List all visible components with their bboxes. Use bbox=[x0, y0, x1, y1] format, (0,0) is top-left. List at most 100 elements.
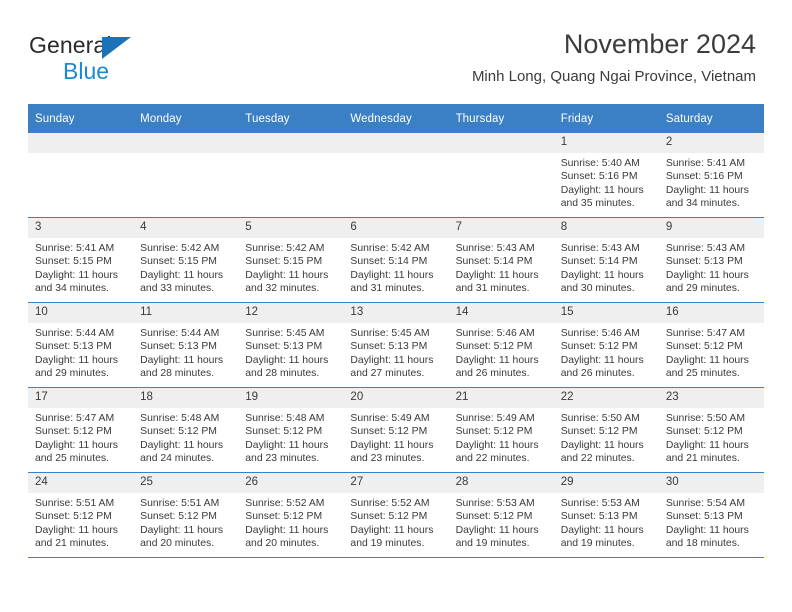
day-cell[interactable]: 3 Sunrise: 5:41 AM Sunset: 5:15 PM Dayli… bbox=[28, 217, 134, 303]
day-cell[interactable]: 26 Sunrise: 5:52 AM Sunset: 5:12 PM Dayl… bbox=[238, 472, 344, 558]
sunset-text: Sunset: 5:12 PM bbox=[455, 511, 533, 523]
sunrise-text: Sunrise: 5:52 AM bbox=[245, 498, 325, 509]
sunrise-text: Sunrise: 5:42 AM bbox=[350, 243, 430, 254]
day-cell[interactable]: 11 Sunrise: 5:44 AM Sunset: 5:13 PM Dayl… bbox=[133, 302, 239, 388]
day-cell[interactable]: 25 Sunrise: 5:51 AM Sunset: 5:12 PM Dayl… bbox=[133, 472, 239, 558]
daylight-text: Daylight: 11 hours and 25 minutes. bbox=[665, 354, 749, 380]
day-number: 22 bbox=[553, 388, 659, 408]
day-details: Sunrise: 5:49 AM Sunset: 5:12 PM Dayligh… bbox=[449, 408, 554, 466]
daylight-text: Daylight: 11 hours and 26 minutes. bbox=[455, 354, 539, 380]
page-header: General Blue November 2024 Minh Long, Qu… bbox=[0, 0, 792, 104]
day-cell[interactable]: 5 Sunrise: 5:42 AM Sunset: 5:15 PM Dayli… bbox=[238, 217, 344, 303]
sunrise-text: Sunrise: 5:46 AM bbox=[560, 328, 640, 339]
day-cell[interactable]: 16 Sunrise: 5:47 AM Sunset: 5:12 PM Dayl… bbox=[658, 302, 764, 388]
day-cell[interactable]: 13 Sunrise: 5:45 AM Sunset: 5:13 PM Dayl… bbox=[343, 302, 449, 388]
day-cell[interactable]: 24 Sunrise: 5:51 AM Sunset: 5:12 PM Dayl… bbox=[28, 472, 134, 558]
day-cell[interactable]: 4 Sunrise: 5:42 AM Sunset: 5:15 PM Dayli… bbox=[133, 217, 239, 303]
day-cell[interactable]: 30 Sunrise: 5:54 AM Sunset: 5:13 PM Dayl… bbox=[658, 472, 764, 558]
day-cell[interactable]: 29 Sunrise: 5:53 AM Sunset: 5:13 PM Dayl… bbox=[553, 472, 659, 558]
day-cell[interactable]: 6 Sunrise: 5:42 AM Sunset: 5:14 PM Dayli… bbox=[343, 217, 449, 303]
daylight-text: Daylight: 11 hours and 29 minutes. bbox=[35, 354, 118, 380]
day-number: 18 bbox=[133, 388, 239, 408]
day-number: 12 bbox=[238, 303, 344, 323]
day-cell[interactable] bbox=[133, 133, 239, 218]
sunrise-text: Sunrise: 5:51 AM bbox=[35, 498, 115, 509]
sunset-text: Sunset: 5:14 PM bbox=[455, 256, 533, 268]
day-number bbox=[28, 133, 134, 153]
day-details: Sunrise: 5:53 AM Sunset: 5:12 PM Dayligh… bbox=[449, 493, 554, 551]
day-cell[interactable]: 10 Sunrise: 5:44 AM Sunset: 5:13 PM Dayl… bbox=[28, 302, 134, 388]
day-details: Sunrise: 5:51 AM Sunset: 5:12 PM Dayligh… bbox=[28, 493, 133, 551]
day-cell[interactable] bbox=[238, 133, 344, 218]
day-cell[interactable]: 20 Sunrise: 5:49 AM Sunset: 5:12 PM Dayl… bbox=[343, 387, 449, 473]
day-cell[interactable]: 21 Sunrise: 5:49 AM Sunset: 5:12 PM Dayl… bbox=[448, 387, 554, 473]
daylight-text: Daylight: 11 hours and 21 minutes. bbox=[665, 439, 749, 465]
day-number: 8 bbox=[553, 218, 659, 238]
day-number: 4 bbox=[133, 218, 239, 238]
day-number: 25 bbox=[133, 473, 239, 493]
daylight-text: Daylight: 11 hours and 31 minutes. bbox=[455, 269, 539, 295]
day-cell[interactable]: 28 Sunrise: 5:53 AM Sunset: 5:12 PM Dayl… bbox=[448, 472, 554, 558]
day-details: Sunrise: 5:44 AM Sunset: 5:13 PM Dayligh… bbox=[133, 323, 238, 381]
sunrise-text: Sunrise: 5:48 AM bbox=[140, 413, 220, 424]
sunset-text: Sunset: 5:13 PM bbox=[35, 341, 112, 353]
sunrise-text: Sunrise: 5:47 AM bbox=[665, 328, 745, 339]
day-details: Sunrise: 5:49 AM Sunset: 5:12 PM Dayligh… bbox=[343, 408, 448, 466]
sunrise-text: Sunrise: 5:43 AM bbox=[455, 243, 535, 254]
week-row: 17 Sunrise: 5:47 AM Sunset: 5:12 PM Dayl… bbox=[28, 387, 764, 473]
daylight-text: Daylight: 11 hours and 19 minutes. bbox=[455, 524, 539, 550]
day-cell[interactable]: 2 Sunrise: 5:41 AM Sunset: 5:16 PM Dayli… bbox=[658, 133, 764, 218]
weekday-header-tuesday: Tuesday bbox=[238, 104, 344, 133]
day-cell[interactable]: 1 Sunrise: 5:40 AM Sunset: 5:16 PM Dayli… bbox=[553, 133, 659, 218]
day-cell[interactable]: 9 Sunrise: 5:43 AM Sunset: 5:13 PM Dayli… bbox=[658, 217, 764, 303]
sunset-text: Sunset: 5:12 PM bbox=[560, 341, 638, 353]
day-cell[interactable]: 14 Sunrise: 5:46 AM Sunset: 5:12 PM Dayl… bbox=[448, 302, 554, 388]
day-cell[interactable]: 22 Sunrise: 5:50 AM Sunset: 5:12 PM Dayl… bbox=[553, 387, 659, 473]
day-cell[interactable]: 12 Sunrise: 5:45 AM Sunset: 5:13 PM Dayl… bbox=[238, 302, 344, 388]
day-cell[interactable]: 15 Sunrise: 5:46 AM Sunset: 5:12 PM Dayl… bbox=[553, 302, 659, 388]
sunrise-text: Sunrise: 5:54 AM bbox=[665, 498, 745, 509]
day-details: Sunrise: 5:41 AM Sunset: 5:15 PM Dayligh… bbox=[28, 238, 133, 296]
weekday-header-saturday: Saturday bbox=[658, 104, 764, 133]
day-details bbox=[133, 153, 238, 157]
sunset-text: Sunset: 5:12 PM bbox=[140, 511, 217, 523]
day-cell[interactable] bbox=[343, 133, 449, 218]
sunset-text: Sunset: 5:13 PM bbox=[665, 256, 743, 268]
daylight-text: Daylight: 11 hours and 19 minutes. bbox=[350, 524, 434, 550]
day-cell[interactable]: 27 Sunrise: 5:52 AM Sunset: 5:12 PM Dayl… bbox=[343, 472, 449, 558]
day-cell[interactable]: 19 Sunrise: 5:48 AM Sunset: 5:12 PM Dayl… bbox=[238, 387, 344, 473]
daylight-text: Daylight: 11 hours and 22 minutes. bbox=[560, 439, 644, 465]
day-details: Sunrise: 5:45 AM Sunset: 5:13 PM Dayligh… bbox=[343, 323, 448, 381]
day-details: Sunrise: 5:51 AM Sunset: 5:12 PM Dayligh… bbox=[133, 493, 238, 551]
day-cell[interactable] bbox=[448, 133, 554, 218]
page-title: November 2024 bbox=[563, 29, 756, 59]
sunset-text: Sunset: 5:12 PM bbox=[665, 426, 743, 438]
generalblue-logo[interactable]: General Blue bbox=[29, 32, 209, 88]
daylight-text: Daylight: 11 hours and 24 minutes. bbox=[140, 439, 224, 465]
sunset-text: Sunset: 5:16 PM bbox=[560, 171, 638, 183]
logo-text-general: General bbox=[29, 32, 112, 58]
day-number: 24 bbox=[28, 473, 134, 493]
sunrise-text: Sunrise: 5:53 AM bbox=[455, 498, 535, 509]
day-number: 23 bbox=[658, 388, 764, 408]
sunrise-text: Sunrise: 5:45 AM bbox=[245, 328, 325, 339]
day-details: Sunrise: 5:42 AM Sunset: 5:14 PM Dayligh… bbox=[343, 238, 448, 296]
calendar-page: General Blue November 2024 Minh Long, Qu… bbox=[0, 0, 792, 612]
day-cell[interactable]: 7 Sunrise: 5:43 AM Sunset: 5:14 PM Dayli… bbox=[448, 217, 554, 303]
day-cell[interactable] bbox=[28, 133, 134, 218]
day-cell[interactable]: 18 Sunrise: 5:48 AM Sunset: 5:12 PM Dayl… bbox=[133, 387, 239, 473]
sunrise-text: Sunrise: 5:47 AM bbox=[35, 413, 115, 424]
day-number: 19 bbox=[238, 388, 344, 408]
day-number: 14 bbox=[448, 303, 554, 323]
day-cell[interactable]: 8 Sunrise: 5:43 AM Sunset: 5:14 PM Dayli… bbox=[553, 217, 659, 303]
page-subtitle: Minh Long, Quang Ngai Province, Vietnam bbox=[471, 68, 756, 85]
daylight-text: Daylight: 11 hours and 20 minutes. bbox=[140, 524, 224, 550]
sunrise-text: Sunrise: 5:50 AM bbox=[560, 413, 640, 424]
week-row: 1 Sunrise: 5:40 AM Sunset: 5:16 PM Dayli… bbox=[28, 133, 764, 218]
weekday-header-monday: Monday bbox=[133, 104, 239, 133]
day-cell[interactable]: 23 Sunrise: 5:50 AM Sunset: 5:12 PM Dayl… bbox=[658, 387, 764, 473]
day-cell[interactable]: 17 Sunrise: 5:47 AM Sunset: 5:12 PM Dayl… bbox=[28, 387, 134, 473]
weekday-header-row: Sunday Monday Tuesday Wednesday Thursday… bbox=[28, 104, 764, 133]
day-details: Sunrise: 5:43 AM Sunset: 5:13 PM Dayligh… bbox=[659, 238, 764, 296]
daylight-text: Daylight: 11 hours and 22 minutes. bbox=[455, 439, 539, 465]
